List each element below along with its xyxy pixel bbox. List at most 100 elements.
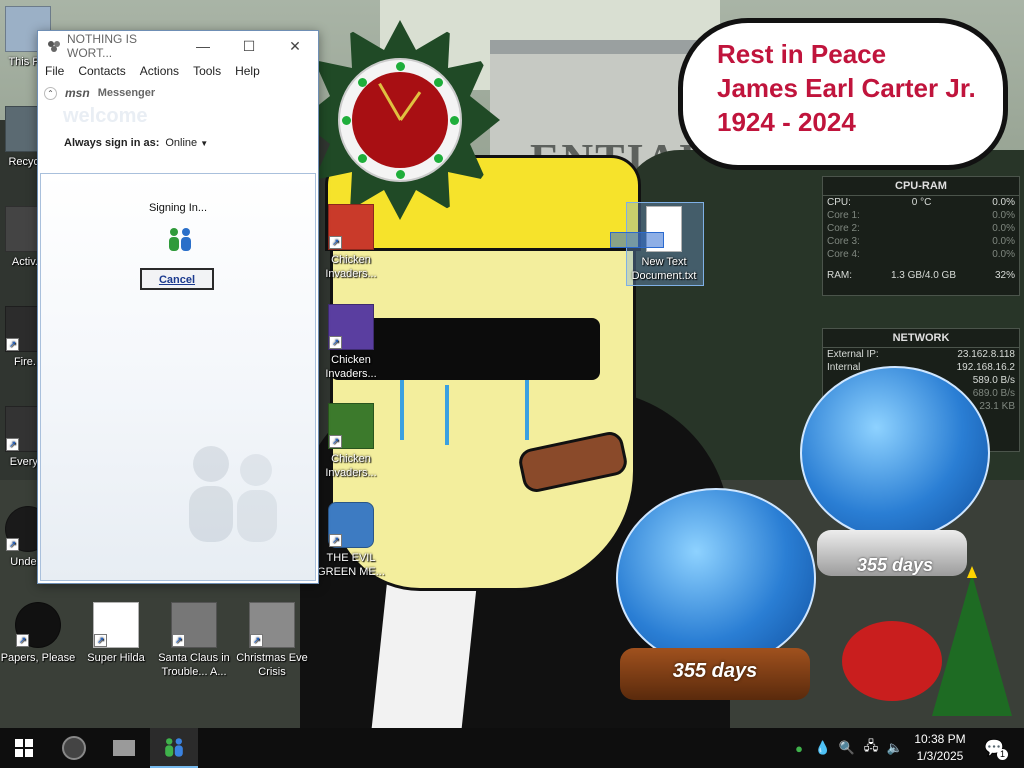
snow-globe-right[interactable]: 355 days bbox=[795, 366, 995, 586]
papers-please-icon: ↗ bbox=[15, 602, 61, 648]
core-label: Core 4: bbox=[827, 249, 860, 260]
core-label: Core 2: bbox=[827, 223, 860, 234]
desktop-icon-label: Papers, Please bbox=[0, 652, 76, 664]
core-value: 0.0% bbox=[992, 236, 1015, 247]
orb-app-icon bbox=[62, 736, 86, 760]
messenger-brand-bar: ⌃ msn Messenger bbox=[38, 81, 318, 105]
shortcut-arrow-icon: ↗ bbox=[94, 634, 107, 647]
clock-dot bbox=[358, 78, 367, 87]
speaker-muted-icon: 🔈 bbox=[886, 740, 904, 755]
cancel-button[interactable]: Cancel bbox=[140, 268, 214, 290]
start-button[interactable] bbox=[0, 728, 48, 768]
buddies-icon: ↗ bbox=[328, 502, 374, 548]
network-title: NETWORK bbox=[823, 329, 1019, 348]
action-center-button[interactable]: 💬 1 bbox=[980, 728, 1008, 768]
santa-claus-icon: ↗ bbox=[171, 602, 217, 648]
taskbar-msn-messenger[interactable] bbox=[150, 728, 198, 768]
external-ip-label: External IP: bbox=[827, 349, 879, 360]
christmas-tree-decoration bbox=[842, 566, 1012, 716]
clock-dot bbox=[396, 62, 405, 71]
tray-drop-icon[interactable]: 💧 bbox=[812, 728, 834, 768]
tray-search-icon[interactable]: 🔍 bbox=[836, 728, 858, 768]
super-hilda-icon: ↗ bbox=[93, 602, 139, 648]
clock-date: 1/3/2025 bbox=[916, 749, 964, 763]
desktop-icon-christmas-eve-crisis[interactable]: ↗ Christmas Eve Crisis bbox=[234, 602, 310, 679]
core-label: Core 1: bbox=[827, 210, 860, 221]
cpu-label: CPU: bbox=[827, 197, 851, 208]
shortcut-arrow-icon: ↗ bbox=[6, 338, 19, 351]
christmas-clock-gadget[interactable] bbox=[300, 20, 500, 220]
clock-dot bbox=[396, 170, 405, 179]
minimize-button[interactable]: — bbox=[180, 31, 226, 61]
desktop-icon-evil-green-messenger[interactable]: ↗ THE EVIL GREEN ME... bbox=[313, 502, 389, 579]
menu-actions[interactable]: Actions bbox=[140, 64, 179, 78]
taskbar-file-explorer[interactable] bbox=[100, 728, 148, 768]
msn-buddies-icon bbox=[165, 738, 183, 757]
signing-in-status: Signing In... bbox=[148, 202, 208, 214]
menu-file[interactable]: File bbox=[45, 64, 64, 78]
clock-dot bbox=[358, 154, 367, 163]
bubble-line-3: 1924 - 2024 bbox=[717, 107, 856, 137]
cpu-ram-title: CPU-RAM bbox=[823, 177, 1019, 196]
shortcut-arrow-icon: ↗ bbox=[329, 336, 342, 349]
menu-contacts[interactable]: Contacts bbox=[78, 64, 125, 78]
desktop-icon-chicken-invaders-1[interactable]: ↗ Chicken Invaders... bbox=[313, 204, 389, 281]
cartoon-tear bbox=[525, 380, 529, 440]
menu-help[interactable]: Help bbox=[235, 64, 260, 78]
tray-volume-icon[interactable]: 🔈 bbox=[884, 728, 906, 768]
notification-count: 1 bbox=[997, 749, 1008, 760]
desktop-icon-label: Chicken Invaders... bbox=[325, 453, 377, 479]
spiral-ornament bbox=[842, 621, 942, 701]
shortcut-arrow-icon: ↗ bbox=[329, 435, 342, 448]
globe-glass bbox=[616, 488, 816, 668]
clock-dot bbox=[342, 116, 351, 125]
chicken-invaders-icon: ↗ bbox=[328, 304, 374, 350]
external-ip-value: 23.162.8.118 bbox=[957, 349, 1015, 360]
shortcut-arrow-icon: ↗ bbox=[16, 634, 29, 647]
collapse-up-icon[interactable]: ⌃ bbox=[44, 86, 57, 100]
snow-globe-left[interactable]: 355 days bbox=[612, 488, 818, 706]
clock-time: 10:38 PM bbox=[914, 732, 966, 746]
tray-network-icon[interactable]: 🖧 bbox=[860, 728, 882, 768]
cartoon-tear bbox=[445, 385, 449, 445]
shortcut-arrow-icon: ↗ bbox=[329, 236, 342, 249]
messenger-label: Messenger bbox=[97, 87, 156, 99]
desktop-icon-chicken-invaders-3[interactable]: ↗ Chicken Invaders... bbox=[313, 403, 389, 480]
desktop-icon-papers-please[interactable]: ↗ Papers, Please bbox=[0, 602, 76, 665]
window-title: NOTHING IS WORT... bbox=[67, 32, 138, 60]
taskbar-clock[interactable]: 10:38 PM 1/3/2025 bbox=[905, 731, 975, 765]
maximize-button[interactable]: ☐ bbox=[226, 31, 272, 61]
bubble-line-1: Rest in Peace bbox=[717, 39, 887, 69]
desktop-icon-label: Chicken Invaders... bbox=[325, 354, 377, 380]
water-drop-icon: 💧 bbox=[814, 740, 832, 755]
dropdown-arrow-icon: ▼ bbox=[200, 139, 209, 148]
file-explorer-icon bbox=[113, 740, 135, 756]
speech-bubble: Rest in Peace James Earl Carter Jr. 1924… bbox=[678, 18, 1008, 170]
desktop-icon-label: THE EVIL GREEN ME... bbox=[317, 552, 385, 578]
msn-buddies-icon bbox=[169, 228, 191, 251]
ram-label: RAM: bbox=[827, 270, 852, 281]
desktop-icon-label: Santa Claus in Trouble... A... bbox=[158, 652, 230, 678]
core-value: 0.0% bbox=[992, 210, 1015, 221]
cartoon-shirt bbox=[371, 570, 479, 728]
desktop-icon-label: Christmas Eve Crisis bbox=[236, 652, 308, 678]
star-icon bbox=[967, 566, 977, 578]
shortcut-arrow-icon: ↗ bbox=[6, 538, 19, 551]
core-value: 0.0% bbox=[992, 223, 1015, 234]
close-button[interactable]: ✕ bbox=[272, 31, 318, 61]
days-counter: 355 days bbox=[672, 660, 758, 682]
desktop-icon-label: New Text Document.txt bbox=[631, 256, 697, 282]
msn-butterfly-icon bbox=[48, 41, 60, 52]
taskbar-app-orb[interactable] bbox=[50, 728, 98, 768]
window-titlebar[interactable]: NOTHING IS WORT... — ☐ ✕ bbox=[38, 31, 318, 61]
shortcut-arrow-icon: ↗ bbox=[250, 634, 263, 647]
msn-messenger-window[interactable]: NOTHING IS WORT... — ☐ ✕ File Contacts A… bbox=[37, 30, 319, 584]
desktop-icon-santa-claus[interactable]: ↗ Santa Claus in Trouble... A... bbox=[156, 602, 232, 679]
cartoon-tear bbox=[400, 380, 404, 440]
sign-in-status-dropdown[interactable]: Online ▼ bbox=[165, 137, 208, 149]
desktop-icon-super-hilda[interactable]: ↗ Super Hilda bbox=[78, 602, 154, 665]
tray-messenger-icon[interactable]: ● bbox=[788, 728, 810, 768]
desktop-icon-chicken-invaders-2[interactable]: ↗ Chicken Invaders... bbox=[313, 304, 389, 381]
cpu-ram-gadget[interactable]: CPU-RAM CPU: 0 °C 0.0% Core 1: 0.0% Core … bbox=[822, 176, 1020, 296]
menu-tools[interactable]: Tools bbox=[193, 64, 221, 78]
